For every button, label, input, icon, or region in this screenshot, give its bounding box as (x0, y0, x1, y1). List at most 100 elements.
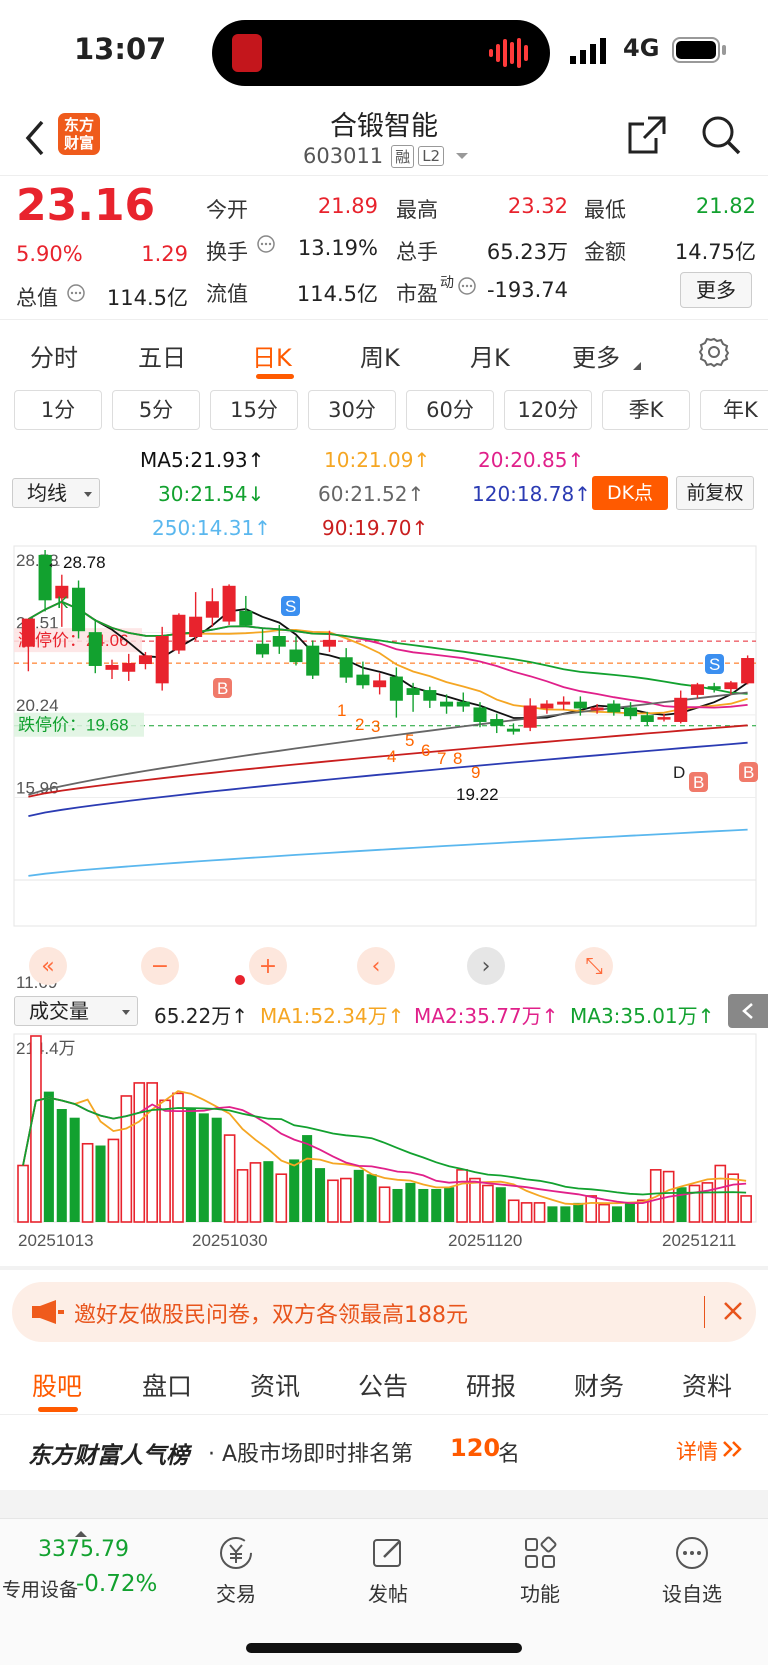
chart-control-button[interactable]: − (151, 954, 169, 979)
ma5-legend: MA5:21.93↑ (140, 448, 265, 472)
volume-bar (418, 1188, 429, 1222)
tab-announcements[interactable]: 公告 (358, 1367, 408, 1403)
volume-bar (249, 1162, 262, 1223)
volume-bar (17, 1164, 29, 1223)
candle-body (674, 697, 688, 722)
interval-30min[interactable]: 30分 (308, 390, 396, 430)
sector-index-value[interactable]: 3375.79 (38, 1537, 129, 1562)
trade-button[interactable]: 交易 (186, 1535, 286, 1607)
candle-body (239, 610, 253, 626)
pe-label: 市盈 (396, 282, 438, 306)
candle-body (289, 649, 303, 663)
candle-body (172, 614, 186, 651)
date-axis-label: 20251013 (18, 1231, 94, 1250)
volume-bar (533, 1202, 546, 1223)
post-button[interactable]: 发帖 (338, 1535, 438, 1607)
kline-chart[interactable]: 28.7824.5120.2415.9611.69涨停价：24.06跌停价：19… (0, 540, 768, 992)
candle-body (356, 674, 370, 686)
share-icon[interactable] (626, 114, 668, 160)
promo-banner[interactable]: 邀好友做股民问卷，双方各领最高188元 (12, 1282, 756, 1342)
status-bar: 13:07 4G (0, 0, 768, 104)
settings-gear-icon[interactable] (698, 336, 730, 372)
interval-120min[interactable]: 120分 (504, 390, 592, 430)
candle-body (373, 680, 387, 688)
volume-bar (107, 1138, 120, 1223)
candle-body (122, 663, 136, 672)
tab-daily-k[interactable]: 日K (252, 338, 292, 373)
network-type: 4G (623, 34, 660, 62)
tab-finance[interactable]: 财务 (574, 1367, 624, 1403)
tab-weekly-k[interactable]: 周K (360, 338, 400, 373)
search-icon[interactable] (700, 114, 742, 160)
tab-news[interactable]: 资讯 (250, 1367, 300, 1403)
high-marker: ←28.78 (46, 553, 106, 572)
interval-15min[interactable]: 15分 (210, 390, 298, 430)
ma90-legend: 90:19.70↑ (322, 516, 429, 540)
candle-body (440, 701, 454, 707)
tab-monthly-k[interactable]: 月K (470, 338, 510, 373)
volume-bar (198, 1113, 209, 1222)
popularity-rank-row[interactable]: 东方财富人气榜 · A股市场即时排名第 120 名 详情 (0, 1418, 768, 1480)
tab-research[interactable]: 研报 (466, 1367, 516, 1403)
volume-bar (624, 1202, 635, 1222)
tab-five-day[interactable]: 五日 (138, 338, 186, 373)
indicator-select[interactable]: 成交量 (14, 996, 138, 1026)
chart-control-button[interactable]: + (259, 954, 277, 979)
close-icon[interactable] (720, 1298, 746, 1328)
info-icon[interactable] (66, 283, 86, 307)
volume-bar (378, 1186, 391, 1223)
collapse-panel-button[interactable] (728, 994, 768, 1028)
functions-button[interactable]: 功能 (490, 1535, 590, 1607)
low-marker: 19.22 (456, 785, 499, 804)
double-chevron-icon (722, 1440, 744, 1462)
ma60-legend: 60:21.52↑ (318, 482, 425, 506)
candle-body (105, 664, 119, 670)
level2-tag: L2 (418, 146, 445, 166)
ma120-legend: 120:18.78↑ (472, 482, 591, 506)
signal-badge: 4 (387, 747, 396, 766)
candle-body (72, 587, 86, 632)
volume-bar (236, 1169, 249, 1223)
volume-chart[interactable]: 214.4万 20251013 20251030 20251120 20251211 (0, 1030, 768, 1270)
candle-body (406, 688, 420, 695)
high-value: 23.32 (507, 194, 568, 218)
add-watchlist-button[interactable]: 设自选 (642, 1535, 742, 1607)
interval-year-k[interactable]: 年K (700, 390, 768, 430)
candle-body (506, 728, 520, 732)
rank-prefix: · A股市场即时排名第 (208, 1442, 414, 1467)
interval-1min[interactable]: 1分 (14, 390, 102, 430)
tab-forum[interactable]: 股吧 (32, 1367, 82, 1403)
volume-bar (81, 1142, 94, 1223)
adjust-type-button[interactable]: 前复权 (676, 476, 754, 510)
volume-bar (353, 1169, 364, 1222)
candle-body (690, 684, 704, 695)
tab-profile[interactable]: 资料 (682, 1367, 732, 1403)
chart-control-button[interactable]: ‹ (372, 954, 381, 979)
stock-code-row[interactable]: 603011 融 L2 (303, 144, 470, 168)
chart-control-button[interactable]: ⤡ (585, 954, 603, 979)
ma-type-select[interactable]: 均线 (12, 478, 100, 508)
low-value: 21.82 (695, 194, 756, 218)
caret-icon (632, 356, 642, 375)
volume-bar (611, 1206, 623, 1222)
volume-bar (133, 1082, 146, 1223)
tab-orderbook[interactable]: 盘口 (142, 1367, 192, 1403)
tab-more[interactable]: 更多 (572, 338, 620, 373)
more-button[interactable]: 更多 (680, 272, 752, 308)
volume-bar (573, 1202, 584, 1222)
chart-control-button[interactable]: « (41, 954, 54, 979)
interval-quarter-k[interactable]: 季K (602, 390, 690, 430)
dk-point-button[interactable]: DK点 (592, 476, 668, 510)
volume-bar (95, 1145, 106, 1222)
candle-body (389, 676, 403, 701)
candle-body (189, 616, 203, 638)
rank-detail-link[interactable]: 详情 (676, 1436, 718, 1466)
interval-5min[interactable]: 5分 (112, 390, 200, 430)
interval-60min[interactable]: 60分 (406, 390, 494, 430)
chart-control-button[interactable]: › (482, 954, 491, 979)
tab-timeshare[interactable]: 分时 (30, 338, 78, 373)
signal-badge: 8 (453, 749, 462, 768)
info-icon[interactable] (256, 234, 276, 258)
date-axis-label: 20251120 (448, 1231, 522, 1250)
more-dots-icon (676, 1537, 708, 1569)
